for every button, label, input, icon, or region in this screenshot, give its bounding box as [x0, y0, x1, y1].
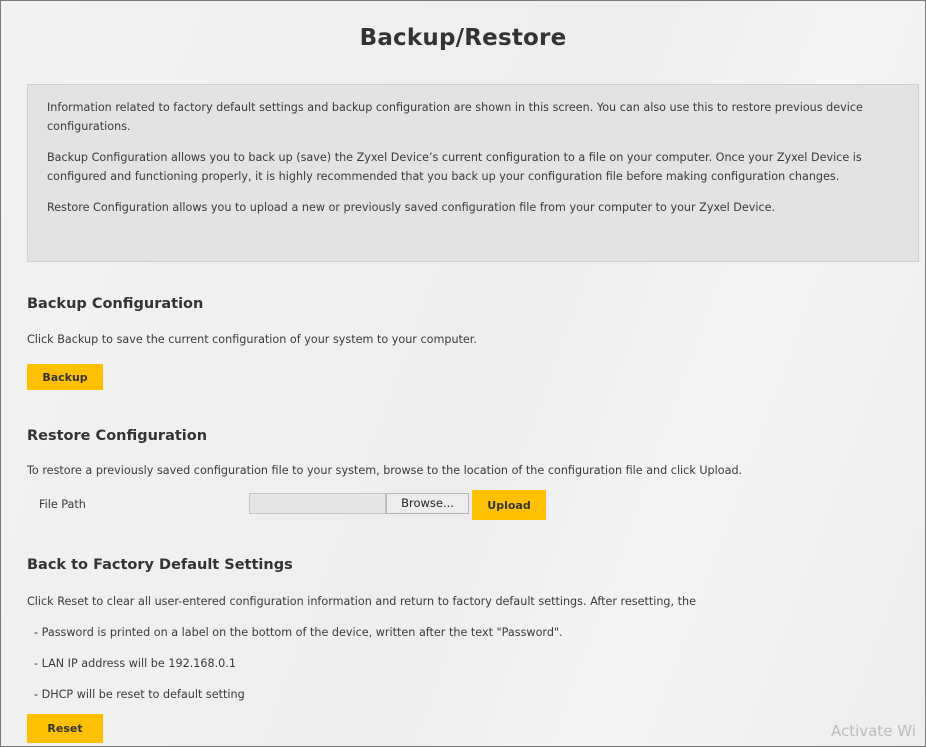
info-box: Information related to factory default s… — [27, 84, 919, 262]
factory-description: Click Reset to clear all user-entered co… — [27, 595, 697, 608]
factory-item-dhcp: - DHCP will be reset to default setting — [34, 688, 245, 701]
backup-restore-panel: Backup/Restore Information related to fa… — [0, 0, 926, 747]
factory-item-password: - Password is printed on a label on the … — [34, 626, 563, 639]
reset-button[interactable]: Reset — [27, 714, 103, 743]
file-path-input[interactable] — [249, 493, 386, 514]
backup-description: Click Backup to save the current configu… — [27, 333, 477, 346]
upload-button[interactable]: Upload — [472, 490, 546, 520]
info-paragraph: Information related to factory default s… — [47, 101, 863, 133]
info-paragraph: Restore Configuration allows you to uplo… — [47, 201, 776, 214]
factory-item-lan-ip: - LAN IP address will be 192.168.0.1 — [34, 657, 236, 670]
backup-button[interactable]: Backup — [27, 364, 103, 390]
factory-section-heading: Back to Factory Default Settings — [27, 557, 293, 573]
browse-button[interactable]: Browse... — [386, 493, 469, 514]
info-paragraph: Backup Configuration allows you to back … — [47, 151, 862, 183]
activate-windows-watermark: Activate Wi — [831, 722, 916, 740]
restore-description: To restore a previously saved configurat… — [27, 464, 743, 477]
page-title: Backup/Restore — [359, 25, 567, 51]
restore-section-heading: Restore Configuration — [27, 428, 208, 444]
file-path-label: File Path — [39, 498, 86, 511]
backup-section-heading: Backup Configuration — [27, 296, 204, 312]
